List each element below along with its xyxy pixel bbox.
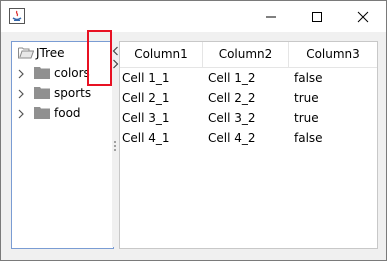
table-cell[interactable]: Cell 3_2 (206, 108, 256, 128)
table-cell[interactable]: Cell 4_1 (120, 128, 170, 148)
table-cell[interactable]: Cell 2_2 (206, 88, 256, 108)
table-row[interactable]: Cell 1_1 Cell 1_2 false (120, 68, 377, 88)
chevron-right-icon[interactable] (18, 68, 24, 82)
app-window: JTree colors sports food Column1 Column2… (0, 0, 387, 261)
tree-node-label: colors (54, 66, 90, 80)
expand-right-arrow-icon[interactable] (112, 58, 119, 72)
folder-icon (34, 106, 50, 122)
divider-grip-dot (114, 149, 116, 151)
divider-grip-dot (114, 145, 116, 147)
tree-root-label: JTree (36, 46, 65, 60)
close-icon (357, 11, 369, 23)
tree-node-sports[interactable]: sports (12, 83, 113, 103)
table-cell[interactable]: Cell 3_1 (120, 108, 170, 128)
minimize-icon (266, 16, 276, 18)
java-app-icon (9, 8, 25, 24)
folder-open-icon (18, 46, 35, 62)
chevron-right-icon[interactable] (18, 108, 24, 122)
tree-node-label: food (54, 106, 81, 120)
maximize-icon (312, 12, 322, 22)
table-cell[interactable]: true (292, 108, 319, 128)
table-cell[interactable]: false (292, 68, 323, 88)
folder-icon (34, 86, 50, 102)
table-row[interactable]: Cell 4_1 Cell 4_2 false (120, 128, 377, 148)
split-pane-divider[interactable] (112, 41, 119, 247)
column-header[interactable]: Column2 (203, 42, 289, 67)
collapse-left-arrow-icon[interactable] (112, 45, 119, 59)
highlight-box (87, 30, 112, 86)
minimize-button[interactable] (248, 1, 294, 32)
column-header[interactable]: Column3 (289, 42, 377, 67)
table-cell[interactable]: Cell 2_1 (120, 88, 170, 108)
tree-node-food[interactable]: food (12, 103, 113, 123)
table-panel[interactable]: Column1 Column2 Column3 Cell 1_1 Cell 1_… (119, 41, 378, 249)
client-area: JTree colors sports food Column1 Column2… (1, 32, 386, 260)
table-cell[interactable]: Cell 1_2 (206, 68, 256, 88)
title-bar (1, 1, 386, 32)
divider-grip-dot (114, 141, 116, 143)
table-header: Column1 Column2 Column3 (120, 42, 377, 68)
close-button[interactable] (340, 1, 386, 32)
chevron-right-icon[interactable] (18, 88, 24, 102)
table-cell[interactable]: false (292, 128, 323, 148)
maximize-button[interactable] (294, 1, 340, 32)
table-row[interactable]: Cell 3_1 Cell 3_2 true (120, 108, 377, 128)
table-cell[interactable]: true (292, 88, 319, 108)
column-header[interactable]: Column1 (120, 42, 203, 67)
table-cell[interactable]: Cell 1_1 (120, 68, 170, 88)
table-cell[interactable]: Cell 4_2 (206, 128, 256, 148)
tree-node-label: sports (54, 86, 92, 100)
folder-icon (34, 66, 50, 82)
table-row[interactable]: Cell 2_1 Cell 2_2 true (120, 88, 377, 108)
